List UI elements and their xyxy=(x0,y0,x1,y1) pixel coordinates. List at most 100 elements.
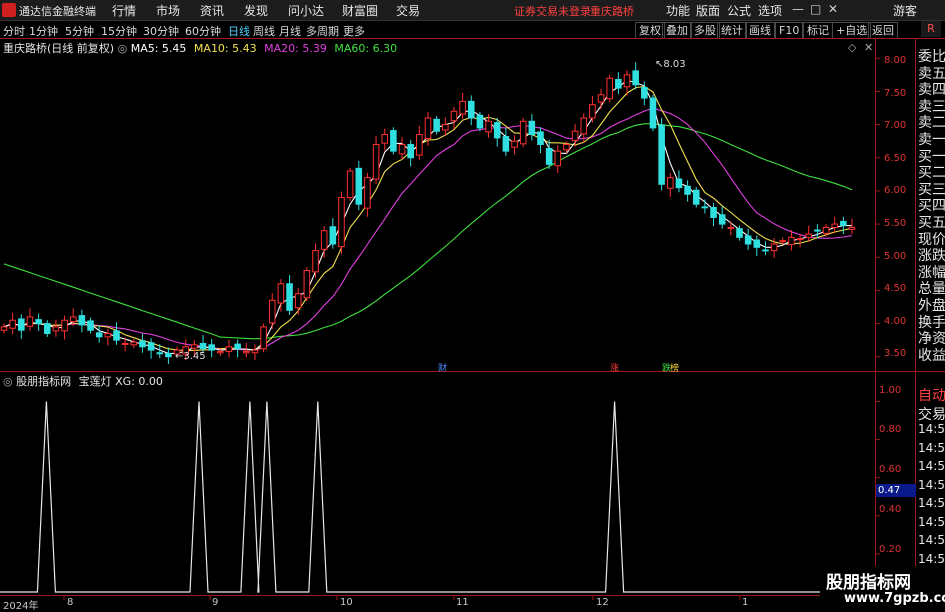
trade-time: 14:56 xyxy=(918,422,945,436)
candle-body xyxy=(779,240,787,243)
candle-body xyxy=(303,270,311,299)
candle-body xyxy=(563,143,570,151)
candle-body xyxy=(381,134,389,144)
candle-body xyxy=(407,143,414,159)
candle-body xyxy=(848,226,856,230)
watermark: 股朋指标网 www.7gpzb.com xyxy=(820,566,945,609)
trade-time: 14:56 xyxy=(918,514,945,529)
candle-body xyxy=(831,223,838,228)
candle-body xyxy=(312,250,319,273)
candle-body xyxy=(493,122,501,139)
price-ytick: 3.50 xyxy=(884,348,907,360)
event-rank-tag[interactable]: 榜 xyxy=(670,361,679,374)
candle-body xyxy=(597,94,605,103)
xg-signal-line xyxy=(0,401,875,593)
candle-body xyxy=(18,318,25,331)
candle-body xyxy=(684,185,691,195)
candle-body xyxy=(770,243,778,252)
candle-body xyxy=(43,323,51,335)
candle-body xyxy=(675,178,683,189)
candle-body xyxy=(398,143,406,155)
candle-body xyxy=(372,143,380,180)
candle-body xyxy=(191,344,198,349)
ma60-line xyxy=(3,123,853,340)
candle-body xyxy=(467,100,475,119)
price-ytick: 7.00 xyxy=(884,120,907,132)
trade-time: 14:56 xyxy=(918,477,945,492)
watermark-url: www.7gpzb.com xyxy=(844,591,945,606)
candle-body xyxy=(528,120,536,136)
candle-body xyxy=(485,120,492,133)
x-label-oct: 10 xyxy=(340,597,353,608)
event-finance-tag[interactable]: 财 xyxy=(438,361,447,374)
ind-ytick-3: 0.60 xyxy=(879,464,902,475)
candle-body xyxy=(442,124,449,131)
candle-body xyxy=(35,319,42,325)
candle-body xyxy=(667,177,674,189)
candle-body xyxy=(217,350,224,354)
chart-canvas[interactable] xyxy=(0,0,945,609)
price-ytick: 5.00 xyxy=(884,250,907,262)
candle-body xyxy=(641,86,648,99)
candle-body xyxy=(727,226,735,229)
price-ytick: 4.00 xyxy=(884,315,907,327)
trade-time: 14:56 xyxy=(918,496,945,510)
candle-body xyxy=(355,167,363,205)
candle-body xyxy=(788,236,795,246)
candle-body xyxy=(268,299,276,324)
candle-body xyxy=(537,131,544,145)
ind-ytick-5: 0.20 xyxy=(879,544,902,555)
candle-body xyxy=(545,147,553,165)
trade-time: 14:56 xyxy=(918,551,945,566)
ind-ytick-1: 1.00 xyxy=(879,385,902,396)
candle-body xyxy=(718,214,726,225)
watermark-name: 股朋指标网 xyxy=(826,573,911,593)
candle-body xyxy=(692,189,700,205)
candle-body xyxy=(710,207,717,218)
candle-body xyxy=(615,78,622,89)
candle-body xyxy=(814,229,821,232)
candle-body xyxy=(450,110,458,122)
low-price-label: ←3.45 xyxy=(175,351,206,362)
candle-body xyxy=(554,150,562,167)
candle-body xyxy=(519,120,527,145)
candle-body xyxy=(502,136,510,152)
candle-body xyxy=(796,238,804,241)
candle-body xyxy=(147,342,155,351)
price-ytick: 7.50 xyxy=(884,87,907,99)
candle-body xyxy=(95,332,103,338)
candle-body xyxy=(338,197,345,248)
x-label-aug: 8 xyxy=(67,597,74,608)
price-ytick: 6.00 xyxy=(884,185,907,197)
candle-body xyxy=(459,100,466,115)
candle-body xyxy=(165,352,172,358)
candle-body xyxy=(130,341,138,346)
candle-body xyxy=(346,170,354,199)
candle-body xyxy=(277,283,285,304)
candle-body xyxy=(0,326,8,331)
candle-body xyxy=(753,239,761,248)
candle-body xyxy=(320,230,328,250)
quote-label: 收益 xyxy=(918,347,945,364)
price-ytick: 6.50 xyxy=(884,152,907,164)
candle-body xyxy=(736,228,743,238)
candle-body xyxy=(294,293,302,309)
trade-label: 自动 xyxy=(918,388,945,404)
price-ytick: 4.50 xyxy=(884,283,907,295)
candle-body xyxy=(243,350,250,354)
candle-body xyxy=(424,117,432,140)
candle-body xyxy=(52,326,60,332)
current-value-badge: 0.47 xyxy=(876,484,916,497)
candle-body xyxy=(329,226,337,245)
candle-body xyxy=(571,130,579,142)
trade-time: 14:56 xyxy=(918,440,945,455)
candle-body xyxy=(623,74,631,88)
event-rise-tag[interactable]: 涨 xyxy=(610,361,619,374)
x-label-nov: 11 xyxy=(456,597,469,608)
price-ytick: 5.50 xyxy=(884,218,907,229)
ind-ytick-2: 0.80 xyxy=(879,424,902,435)
candle-body xyxy=(208,344,215,351)
candle-body xyxy=(658,124,665,185)
candle-body xyxy=(156,352,164,355)
candle-body xyxy=(61,319,68,332)
